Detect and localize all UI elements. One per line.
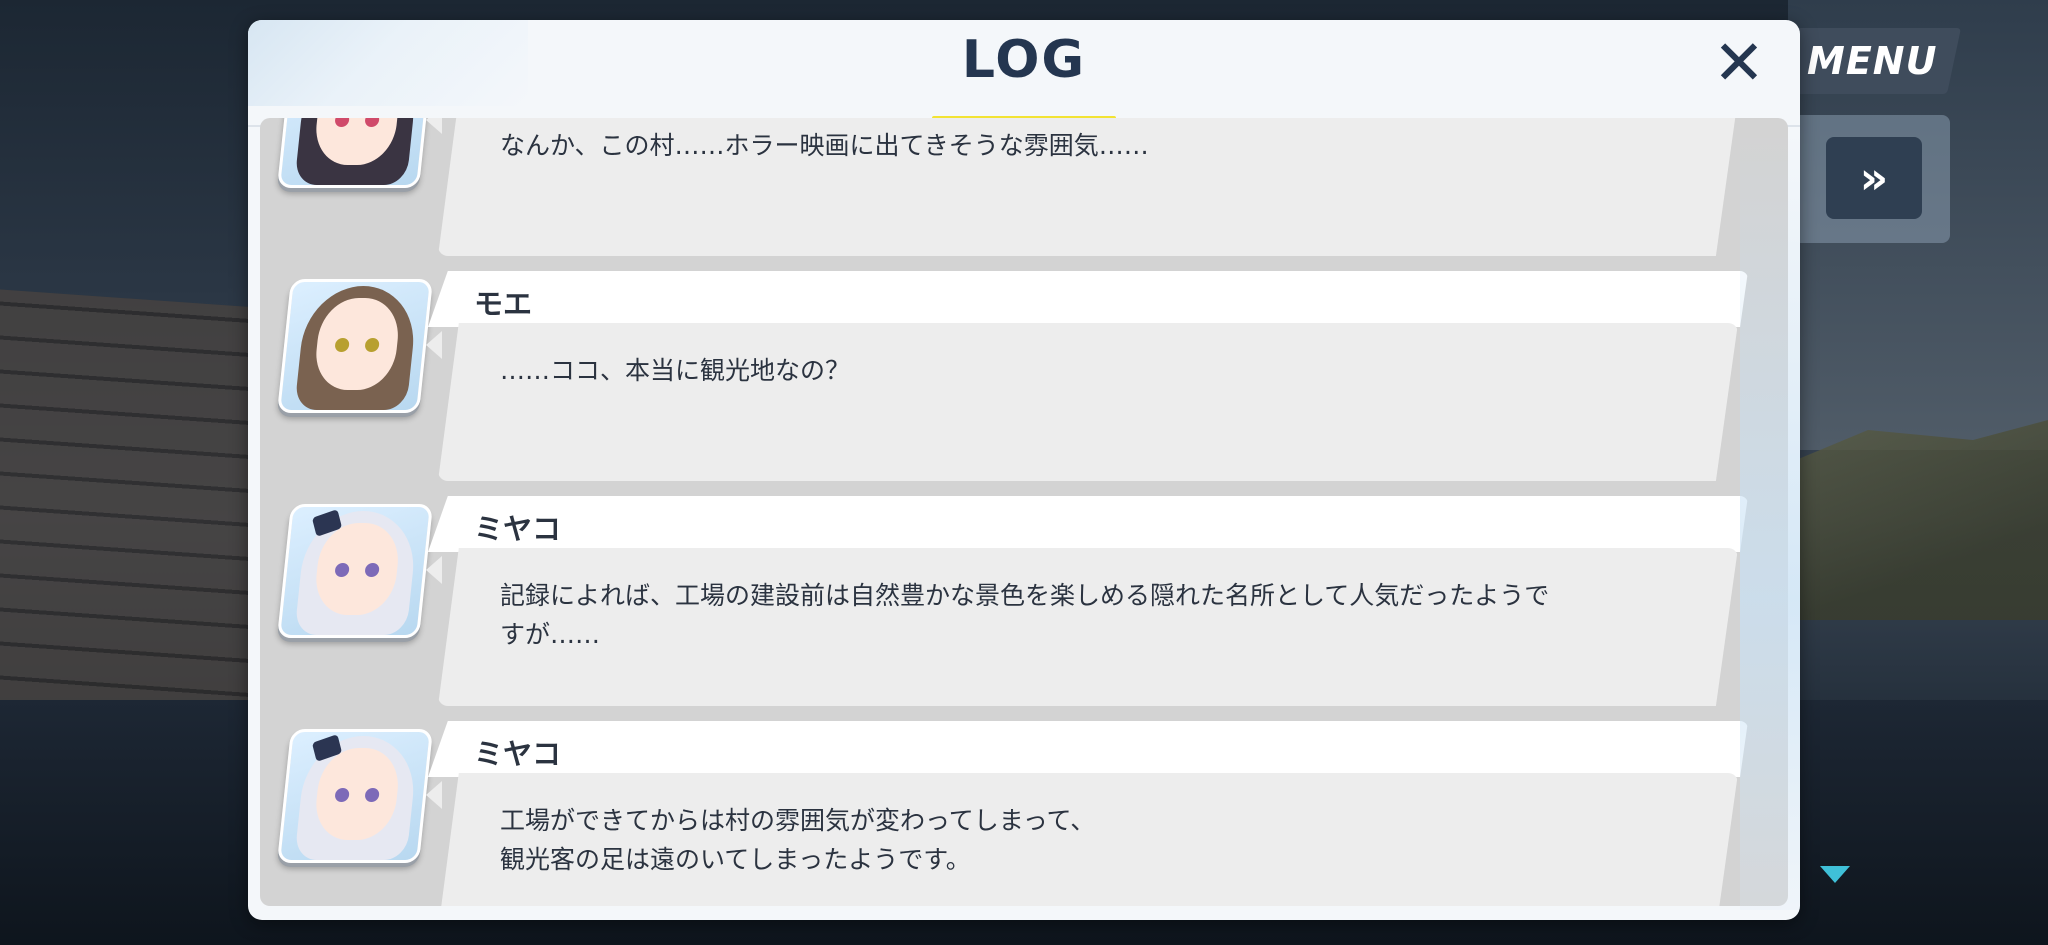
- panel-title: LOG: [961, 30, 1087, 90]
- bubble-tail: [426, 118, 442, 134]
- log-entry: ミヤコ 記録によれば、工場の建設前は自然豊かな景色を楽しめる隠れた名所として人気…: [260, 496, 1788, 712]
- bubble-tail: [426, 781, 442, 809]
- speaker-name: ミヤコ: [474, 737, 562, 771]
- dialogue-text: ……ココ、本当に観光地なの？: [500, 356, 851, 385]
- hoshino-portrait: [276, 118, 434, 188]
- menu-button[interactable]: MENU: [1782, 28, 1962, 94]
- dialogue-text: 工場ができてからは村の雰囲気が変わってしまって、 観光客の足は遠のいてしまったよ…: [500, 806, 1096, 874]
- log-panel: LOG ✕ なんか、この村……ホラー映画に出てきそうな雰囲気…… モエ ……ココ…: [248, 20, 1800, 920]
- dialogue-bubble: [438, 323, 1738, 481]
- fast-forward-icon: »: [1859, 152, 1889, 204]
- speaker-name-bar: [428, 496, 1748, 552]
- speaker-name: モエ: [474, 287, 533, 321]
- speaker-name-bar: [428, 721, 1748, 777]
- dialogue-text: なんか、この村……ホラー映画に出てきそうな雰囲気……: [500, 131, 1149, 160]
- log-entry: なんか、この村……ホラー映画に出てきそうな雰囲気……: [260, 118, 1788, 262]
- log-list[interactable]: なんか、この村……ホラー映画に出てきそうな雰囲気…… モエ ……ココ、本当に観光…: [260, 118, 1788, 906]
- fast-forward-button[interactable]: »: [1826, 137, 1922, 219]
- menu-button-label: MENU: [1806, 39, 1938, 83]
- log-entry: モエ ……ココ、本当に観光地なの？: [260, 271, 1788, 487]
- panel-decoration-right: [1740, 130, 1800, 910]
- triangle-down-icon: [1820, 866, 1850, 883]
- close-icon[interactable]: ✕: [1710, 32, 1768, 94]
- log-entry: ミヤコ 工場ができてからは村の雰囲気が変わってしまって、 観光客の足は遠のいてし…: [260, 721, 1788, 906]
- speaker-name-bar: [428, 271, 1748, 327]
- speaker-name: ミヤコ: [474, 512, 562, 546]
- miyako-portrait: [276, 729, 434, 863]
- dialogue-text: 記録によれば、工場の建設前は自然豊かな景色を楽しめる隠れた名所として人気だったよ…: [500, 581, 1550, 649]
- bubble-tail: [426, 556, 442, 584]
- bubble-tail: [426, 331, 442, 359]
- moe-portrait: [276, 279, 434, 413]
- miyako-portrait: [276, 504, 434, 638]
